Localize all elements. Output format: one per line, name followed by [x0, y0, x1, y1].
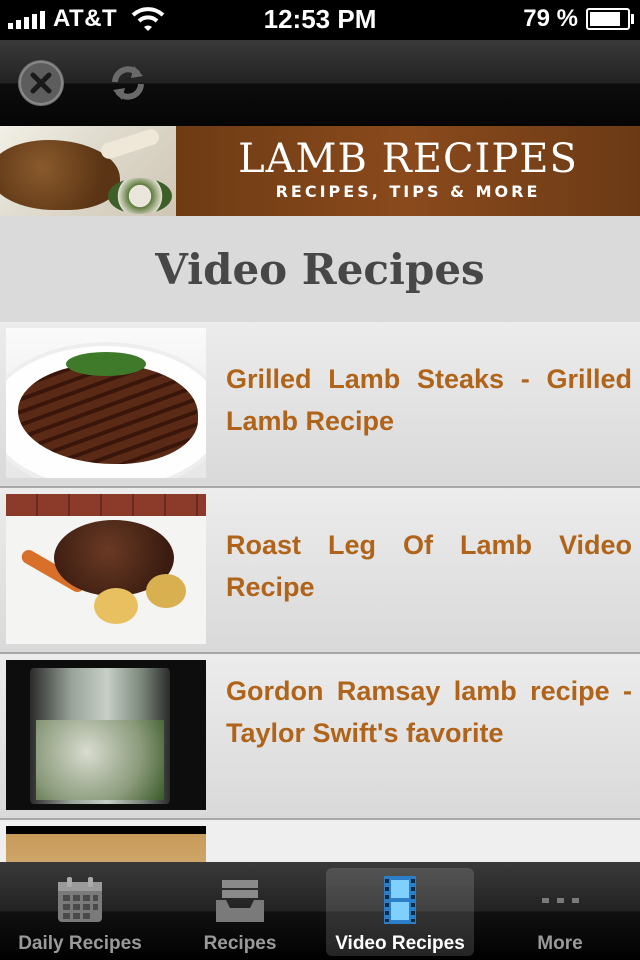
video-recipes-list[interactable]: Grilled Lamb Steaks - Grilled Lamb Recip… [0, 322, 640, 862]
list-item[interactable]: Roast Leg Of Lamb Video Recipe [0, 488, 640, 654]
partial-thumbnail [6, 826, 206, 862]
tab-label: Daily Recipes [18, 933, 142, 954]
tab-recipes[interactable]: Recipes [160, 862, 320, 960]
video-title: Roast Leg Of Lamb Video Recipe [226, 530, 632, 602]
reload-button[interactable] [105, 60, 151, 106]
tab-label: Video Recipes [335, 933, 465, 954]
calendar-icon [58, 877, 102, 922]
list-item[interactable] [0, 820, 640, 862]
page-title: Video Recipes [155, 244, 485, 294]
top-toolbar [0, 40, 640, 127]
reload-icon [112, 66, 144, 100]
list-item[interactable]: Grilled Lamb Steaks - Grilled Lamb Recip… [0, 322, 640, 488]
status-right: 79 % [523, 4, 634, 34]
tab-bar: Daily Recipes Recipes Video Recipes More [0, 862, 640, 960]
film-strip-icon [384, 876, 416, 924]
banner-title: LAMB RECIPES [238, 136, 578, 182]
banner-text-block: LAMB RECIPES RECIPES, TIPS & MORE [176, 126, 640, 216]
tab-label: Recipes [203, 933, 277, 954]
tab-video-recipes[interactable]: Video Recipes [320, 862, 480, 960]
video-title: Grilled Lamb Steaks - Grilled Lamb Recip… [226, 364, 632, 436]
inbox-tray-icon [216, 880, 264, 922]
battery-icon [586, 8, 634, 30]
close-button[interactable] [18, 60, 64, 106]
tab-label: More [537, 933, 583, 954]
banner-subtitle: RECIPES, TIPS & MORE [275, 182, 541, 201]
close-icon [19, 61, 63, 105]
roast-leg-lamb-thumbnail [6, 494, 206, 644]
section-header: Video Recipes [0, 216, 640, 322]
banner-lamb-shank-image [0, 126, 176, 216]
more-dots-icon [542, 898, 579, 903]
tab-more[interactable]: More [480, 862, 640, 960]
grilled-lamb-steak-thumbnail [6, 328, 206, 478]
status-bar: AT&T 12:53 PM 79 % [0, 0, 640, 40]
battery-percent: 79 % [523, 5, 578, 32]
video-title: Gordon Ramsay lamb recipe -Taylor Swift'… [226, 676, 632, 748]
blender-thumbnail [6, 660, 206, 810]
list-item[interactable]: Gordon Ramsay lamb recipe -Taylor Swift'… [0, 654, 640, 820]
tab-daily-recipes[interactable]: Daily Recipes [0, 862, 160, 960]
lamb-recipes-banner: LAMB RECIPES RECIPES, TIPS & MORE [0, 126, 640, 216]
